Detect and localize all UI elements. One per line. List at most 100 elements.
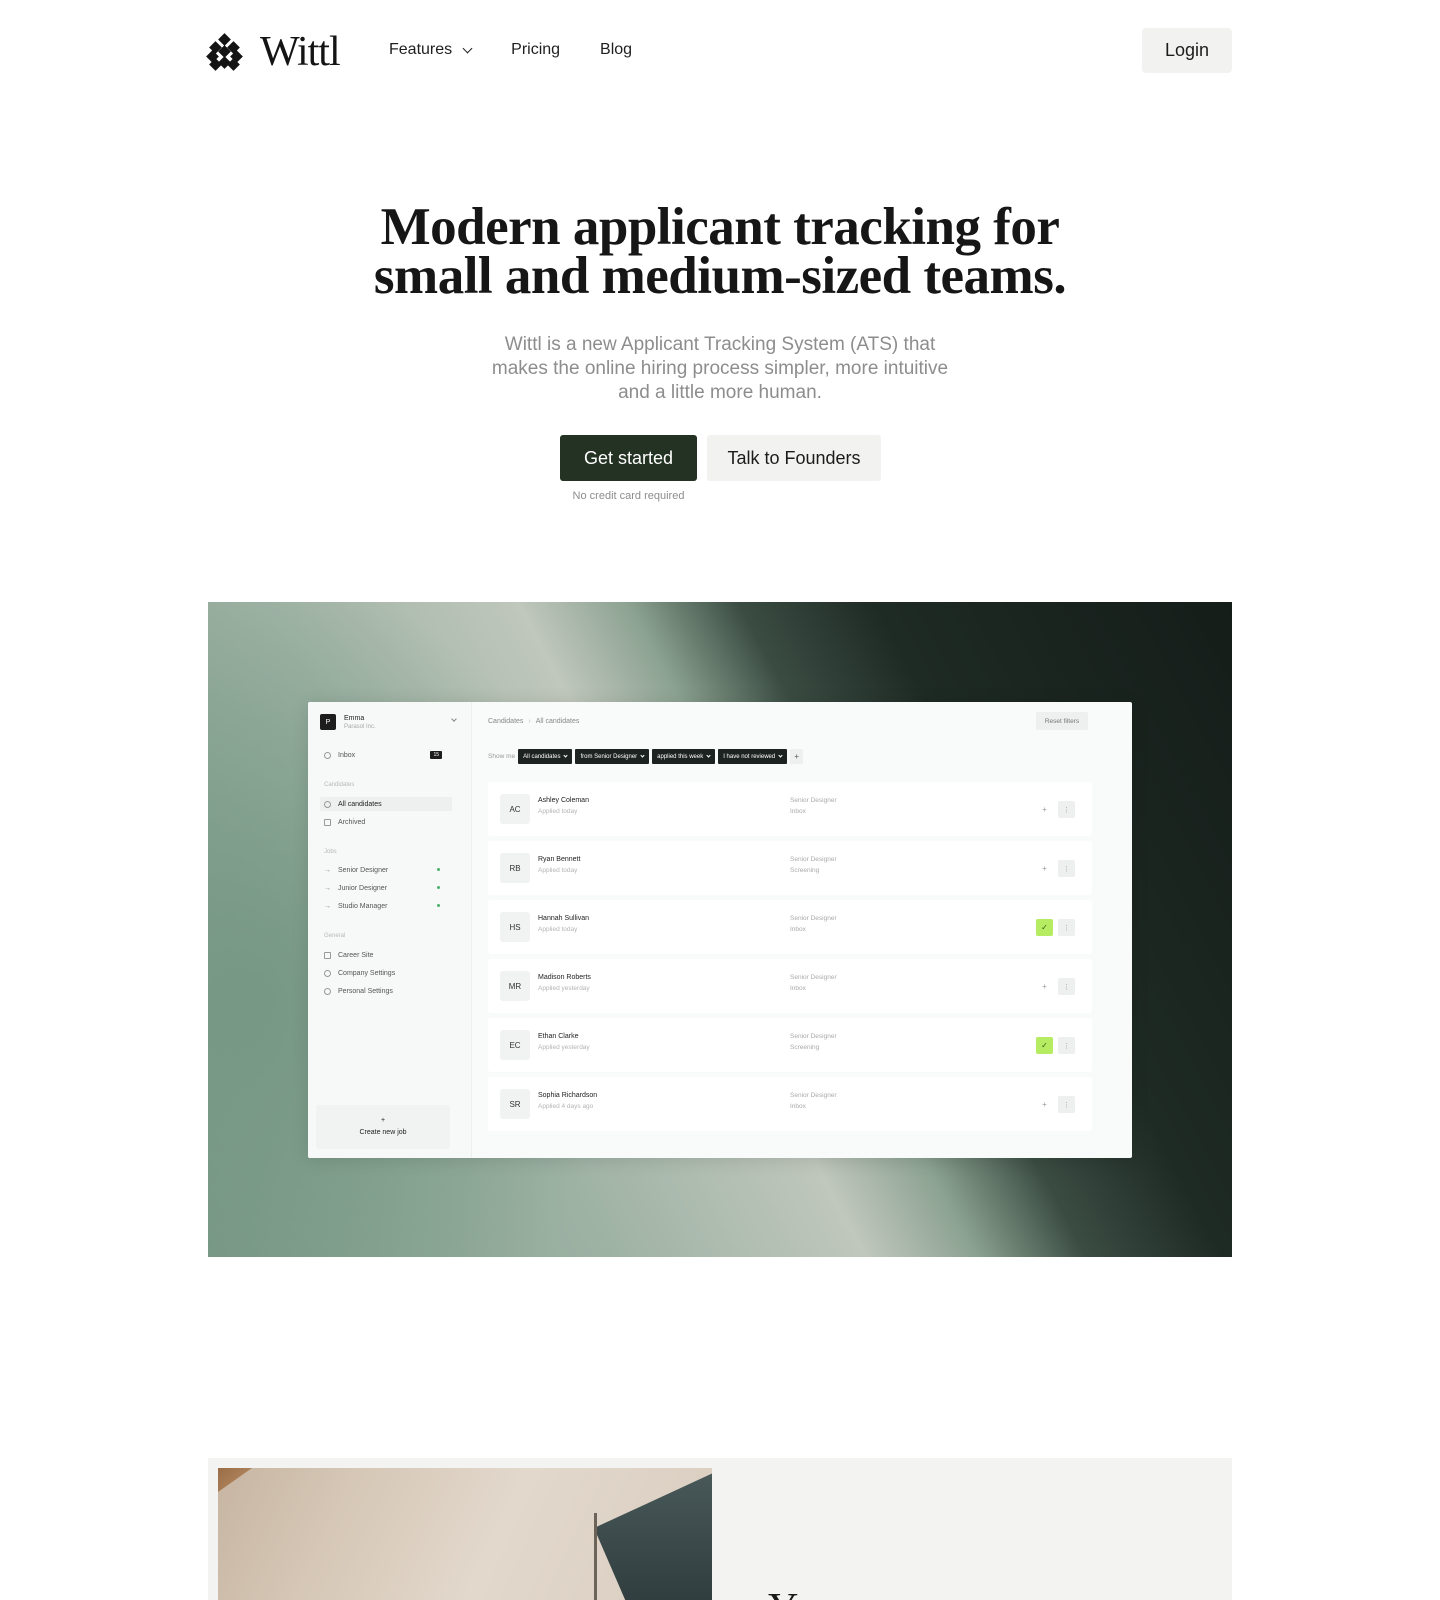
candidate-stage: Inbox	[790, 985, 806, 992]
users-icon	[324, 800, 331, 808]
sidebar-item-job[interactable]: → Junior Designer	[324, 881, 452, 895]
brand-logo[interactable]: Wittl	[206, 29, 341, 75]
filter-chip[interactable]: I have not reviewed	[718, 749, 788, 764]
brand-name: Wittl	[260, 29, 341, 75]
workspace-avatar: P	[320, 714, 336, 730]
photo-glass-object	[594, 1468, 712, 1600]
sidebar-item-label: Career Site	[338, 951, 374, 959]
sidebar-item-all-candidates[interactable]: All candidates	[320, 797, 452, 811]
candidate-role: Senior Designer	[790, 856, 837, 863]
candidate-name[interactable]: Sophia Richardson	[538, 1092, 597, 1099]
status-dot	[437, 886, 440, 889]
more-options-icon[interactable]: ⋮	[1058, 1096, 1075, 1113]
candidate-name[interactable]: Ashley Coleman	[538, 797, 589, 804]
sidebar-item-label: Senior Designer	[338, 866, 389, 874]
globe-icon	[324, 951, 331, 959]
status-dot	[437, 868, 440, 871]
sidebar-item-label: Personal Settings	[338, 987, 393, 995]
create-new-job-button[interactable]: + Create new job	[316, 1105, 450, 1149]
workspace-company: Parasol Inc.	[344, 723, 376, 730]
breadcrumb-item[interactable]: Candidates	[488, 718, 523, 725]
candidate-role: Senior Designer	[790, 974, 837, 981]
sidebar-item-archived[interactable]: Archived	[324, 815, 452, 829]
more-options-icon[interactable]: ⋮	[1058, 860, 1075, 877]
candidate-row[interactable]: MR Madison Roberts Applied yesterday Senior…	[488, 959, 1092, 1013]
hero-subtitle: Wittl is a new Applicant Tracking System…	[491, 334, 949, 403]
candidate-applied: Applied 4 days ago	[538, 1103, 594, 1110]
sidebar-item-label: Inbox	[338, 751, 356, 759]
inbox-icon	[324, 751, 331, 759]
feature-card: Y	[208, 1458, 1232, 1600]
candidate-applied: Applied yesterday	[538, 985, 590, 992]
feature-photo	[218, 1468, 712, 1600]
candidate-row[interactable]: HS Hannah Sullivan Applied today Senior Des…	[488, 900, 1092, 954]
plus-icon[interactable]: +	[1036, 978, 1053, 995]
candidate-avatar: SR	[500, 1089, 530, 1119]
filter-chip[interactable]: All candidates	[518, 749, 573, 764]
filter-chip[interactable]: from Senior Designer	[575, 749, 650, 764]
arrow-right-icon: →	[324, 902, 331, 910]
feature-heading: Y	[768, 1588, 798, 1600]
talk-to-founders-button[interactable]: Talk to Founders	[707, 435, 881, 481]
candidate-row[interactable]: RB Ryan Bennett Applied today Senior Design…	[488, 841, 1092, 895]
breadcrumb-separator-icon: ›	[528, 718, 531, 725]
sidebar-heading-jobs: Jobs	[324, 849, 337, 855]
wittl-logo-icon	[206, 33, 243, 71]
candidate-stage: Screening	[790, 1044, 820, 1051]
candidate-row[interactable]: SR Sophia Richardson Applied 4 days ago Sen…	[488, 1077, 1092, 1131]
sidebar-item-inbox[interactable]: Inbox 15	[324, 748, 452, 762]
more-options-icon[interactable]: ⋮	[1058, 919, 1075, 936]
plus-icon[interactable]: +	[1036, 1096, 1053, 1113]
check-icon[interactable]: ✓	[1036, 919, 1053, 936]
workspace-switcher[interactable]: P Emma Parasol Inc.	[320, 712, 460, 732]
reset-filters-button[interactable]: Reset filters	[1036, 712, 1088, 730]
candidate-name[interactable]: Ethan Clarke	[538, 1033, 578, 1040]
hero-cta-row: Get started Talk to Founders	[560, 435, 881, 481]
sidebar-heading-candidates: Candidates	[324, 782, 355, 788]
candidate-name[interactable]: Ryan Bennett	[538, 856, 580, 863]
filter-chip-label: applied this week	[657, 753, 704, 760]
nav-pricing[interactable]: Pricing	[511, 41, 560, 59]
plus-icon[interactable]: +	[1036, 801, 1053, 818]
add-filter-button[interactable]: +	[790, 749, 804, 764]
check-icon[interactable]: ✓	[1036, 1037, 1053, 1054]
chevron-down-icon	[706, 753, 711, 758]
plus-icon[interactable]: +	[1036, 860, 1053, 877]
filter-chip[interactable]: applied this week	[652, 749, 716, 764]
login-button[interactable]: Login	[1142, 28, 1232, 73]
get-started-button[interactable]: Get started	[560, 435, 697, 481]
no-credit-card-note: No credit card required	[572, 490, 685, 502]
arrow-right-icon: →	[324, 884, 331, 892]
hero-title: Modern applicant tracking for small and …	[0, 201, 1440, 303]
filter-label: Show me	[488, 753, 516, 760]
candidate-applied: Applied yesterday	[538, 1044, 590, 1051]
more-options-icon[interactable]: ⋮	[1058, 1037, 1075, 1054]
sidebar-item-personal-settings[interactable]: Personal Settings	[324, 984, 452, 998]
nav-features-label: Features	[389, 41, 453, 58]
more-options-icon[interactable]: ⋮	[1058, 978, 1075, 995]
create-new-job-label: Create new job	[359, 1129, 407, 1136]
sidebar-item-job[interactable]: → Studio Manager	[324, 899, 452, 913]
chevron-down-icon	[640, 753, 645, 758]
sidebar-item-job[interactable]: → Senior Designer	[324, 863, 452, 877]
workspace-user: Emma	[344, 714, 365, 722]
candidate-row[interactable]: AC Ashley Coleman Applied today Senior Desi…	[488, 782, 1092, 836]
archive-icon	[324, 818, 331, 826]
more-options-icon[interactable]: ⋮	[1058, 801, 1075, 818]
sidebar-item-company-settings[interactable]: Company Settings	[324, 966, 452, 980]
sidebar-item-label: Archived	[338, 818, 366, 826]
breadcrumb-item: All candidates	[535, 718, 580, 725]
sidebar-item-career-site[interactable]: Career Site	[324, 948, 452, 962]
candidate-row[interactable]: EC Ethan Clarke Applied yesterday Senior De…	[488, 1018, 1092, 1072]
nav-blog[interactable]: Blog	[600, 41, 632, 59]
chevron-down-icon	[451, 716, 457, 722]
sidebar-item-label: Studio Manager	[338, 902, 388, 910]
candidate-name[interactable]: Madison Roberts	[538, 974, 591, 981]
candidate-name[interactable]: Hannah Sullivan	[538, 915, 589, 922]
chevron-down-icon	[778, 753, 783, 758]
nav-features[interactable]: Features	[389, 41, 473, 59]
candidate-avatar: HS	[500, 912, 530, 942]
photo-rod	[594, 1513, 597, 1600]
filter-chip-label: I have not reviewed	[723, 753, 776, 760]
candidate-role: Senior Designer	[790, 1033, 837, 1040]
